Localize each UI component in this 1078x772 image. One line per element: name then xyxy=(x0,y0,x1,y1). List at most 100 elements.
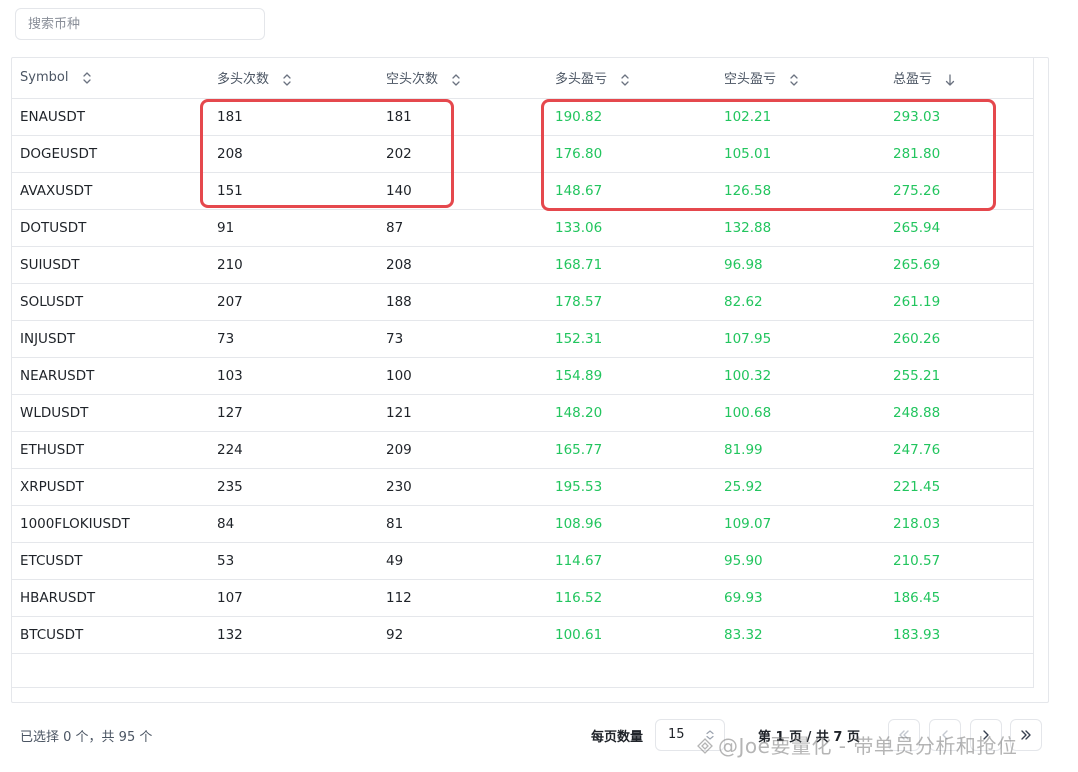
cell-long-count: 181 xyxy=(209,98,378,136)
cell-short-count: 140 xyxy=(378,172,547,210)
table-row[interactable]: SOLUSDT 207 188 178.57 82.62 261.19 xyxy=(12,283,1034,321)
cell-symbol: XRPUSDT xyxy=(12,468,209,506)
column-header-short-pnl[interactable]: 空头盈亏 xyxy=(716,58,885,99)
cell-long-pnl: 176.80 xyxy=(547,135,716,173)
cell-short-pnl: 83.32 xyxy=(716,616,885,654)
cell-symbol: HBARUSDT xyxy=(12,579,209,617)
cell-long-pnl: 148.20 xyxy=(547,394,716,432)
cell-total-pnl: 261.19 xyxy=(885,283,1034,321)
column-header-long-count[interactable]: 多头次数 xyxy=(209,58,378,99)
cell-total-pnl: 186.45 xyxy=(885,579,1034,617)
cell-short-pnl: 126.58 xyxy=(716,172,885,210)
cell-symbol: WLDUSDT xyxy=(12,394,209,432)
column-header-label: 多头次数 xyxy=(217,72,270,88)
column-header-label: Symbol xyxy=(20,70,69,86)
table-row[interactable]: ETHUSDT 224 209 165.77 81.99 247.76 xyxy=(12,431,1034,469)
watermark: @Joe要量化 - 带单员分析和抢位 xyxy=(696,730,1017,759)
cell-short-count: 112 xyxy=(378,579,547,617)
cell-long-pnl: 190.82 xyxy=(547,98,716,136)
sort-updown-icon[interactable] xyxy=(450,73,462,87)
cell-short-pnl: 107.95 xyxy=(716,320,885,358)
cell-short-count: 73 xyxy=(378,320,547,358)
double-chevron-right-icon xyxy=(1021,730,1031,740)
cell-short-pnl: 132.88 xyxy=(716,209,885,247)
cell-short-count: 81 xyxy=(378,505,547,543)
cell-short-pnl: 105.01 xyxy=(716,135,885,173)
cell-total-pnl: 248.88 xyxy=(885,394,1034,432)
cell-long-count: 132 xyxy=(209,616,378,654)
cell-total-pnl: 247.76 xyxy=(885,431,1034,469)
cell-symbol: AVAXUSDT xyxy=(12,172,209,210)
table-row[interactable]: BTCUSDT 132 92 100.61 83.32 183.93 xyxy=(12,616,1034,654)
table-row[interactable]: NEARUSDT 103 100 154.89 100.32 255.21 xyxy=(12,357,1034,395)
cell-short-count: 208 xyxy=(378,246,547,284)
cell-short-count: 92 xyxy=(378,616,547,654)
cell-short-count: 188 xyxy=(378,283,547,321)
column-header-total-pnl[interactable]: 总盈亏 xyxy=(885,58,1034,99)
cell-long-pnl: 114.67 xyxy=(547,542,716,580)
sort-updown-icon[interactable] xyxy=(281,73,293,87)
cell-symbol: INJUSDT xyxy=(12,320,209,358)
table-container: Symbol 多头次数 空头次数 多头盈亏 空头盈亏 总盈亏 ENAUSDT 1… xyxy=(11,57,1049,703)
cell-long-pnl: 108.96 xyxy=(547,505,716,543)
cell-long-pnl: 165.77 xyxy=(547,431,716,469)
sort-updown-icon[interactable] xyxy=(788,73,800,87)
cell-total-pnl: 210.57 xyxy=(885,542,1034,580)
cell-long-count: 107 xyxy=(209,579,378,617)
column-header-label: 空头盈亏 xyxy=(724,72,777,88)
table-header-row: Symbol 多头次数 空头次数 多头盈亏 空头盈亏 总盈亏 xyxy=(12,58,1034,99)
cell-short-pnl: 102.21 xyxy=(716,98,885,136)
cell-total-pnl: 183.93 xyxy=(885,616,1034,654)
cell-short-count: 87 xyxy=(378,209,547,247)
table-row[interactable]: 1000FLOKIUSDT 84 81 108.96 109.07 218.03 xyxy=(12,505,1034,543)
column-header-short-count[interactable]: 空头次数 xyxy=(378,58,547,99)
cell-total-pnl: 265.94 xyxy=(885,209,1034,247)
cell-long-count: 224 xyxy=(209,431,378,469)
table-row[interactable]: INJUSDT 73 73 152.31 107.95 260.26 xyxy=(12,320,1034,358)
cell-symbol: DOGEUSDT xyxy=(12,135,209,173)
cell-symbol: NEARUSDT xyxy=(12,357,209,395)
table-row[interactable]: ENAUSDT 181 181 190.82 102.21 293.03 xyxy=(12,98,1034,136)
table-row[interactable]: ETCUSDT 53 49 114.67 95.90 210.57 xyxy=(12,542,1034,580)
watermark-logo-icon xyxy=(697,738,713,754)
cell-long-pnl: 148.67 xyxy=(547,172,716,210)
symbol-table: Symbol 多头次数 空头次数 多头盈亏 空头盈亏 总盈亏 ENAUSDT 1… xyxy=(12,58,1034,654)
cell-long-count: 208 xyxy=(209,135,378,173)
cell-short-pnl: 69.93 xyxy=(716,579,885,617)
table-row[interactable]: DOTUSDT 91 87 133.06 132.88 265.94 xyxy=(12,209,1034,247)
cell-short-pnl: 25.92 xyxy=(716,468,885,506)
cell-short-pnl: 100.32 xyxy=(716,357,885,395)
table-row[interactable]: WLDUSDT 127 121 148.20 100.68 248.88 xyxy=(12,394,1034,432)
table-scroll-area[interactable]: Symbol 多头次数 空头次数 多头盈亏 空头盈亏 总盈亏 ENAUSDT 1… xyxy=(12,58,1034,688)
sort-updown-icon[interactable] xyxy=(81,71,93,85)
search-input[interactable] xyxy=(15,8,265,40)
cell-long-pnl: 133.06 xyxy=(547,209,716,247)
column-header-label: 空头次数 xyxy=(386,72,439,88)
table-row[interactable]: SUIUSDT 210 208 168.71 96.98 265.69 xyxy=(12,246,1034,284)
per-page-label: 每页数量 xyxy=(591,730,644,745)
selection-summary: 已选择 0 个，共 95 个 xyxy=(20,730,153,745)
cell-symbol: SOLUSDT xyxy=(12,283,209,321)
column-header-long-pnl[interactable]: 多头盈亏 xyxy=(547,58,716,99)
cell-long-count: 151 xyxy=(209,172,378,210)
cell-short-count: 49 xyxy=(378,542,547,580)
cell-short-pnl: 81.99 xyxy=(716,431,885,469)
cell-total-pnl: 255.21 xyxy=(885,357,1034,395)
cell-symbol: DOTUSDT xyxy=(12,209,209,247)
cell-long-count: 235 xyxy=(209,468,378,506)
cell-long-count: 127 xyxy=(209,394,378,432)
sort-desc-arrow-icon[interactable] xyxy=(944,73,956,87)
table-row[interactable]: XRPUSDT 235 230 195.53 25.92 221.45 xyxy=(12,468,1034,506)
sort-updown-icon[interactable] xyxy=(619,73,631,87)
table-row[interactable]: HBARUSDT 107 112 116.52 69.93 186.45 xyxy=(12,579,1034,617)
cell-total-pnl: 281.80 xyxy=(885,135,1034,173)
cell-short-count: 230 xyxy=(378,468,547,506)
cell-symbol: 1000FLOKIUSDT xyxy=(12,505,209,543)
cell-long-count: 210 xyxy=(209,246,378,284)
table-row[interactable]: DOGEUSDT 208 202 176.80 105.01 281.80 xyxy=(12,135,1034,173)
cell-short-pnl: 109.07 xyxy=(716,505,885,543)
cell-long-count: 84 xyxy=(209,505,378,543)
table-row[interactable]: AVAXUSDT 151 140 148.67 126.58 275.26 xyxy=(12,172,1034,210)
cell-total-pnl: 265.69 xyxy=(885,246,1034,284)
column-header-symbol[interactable]: Symbol xyxy=(12,58,209,99)
